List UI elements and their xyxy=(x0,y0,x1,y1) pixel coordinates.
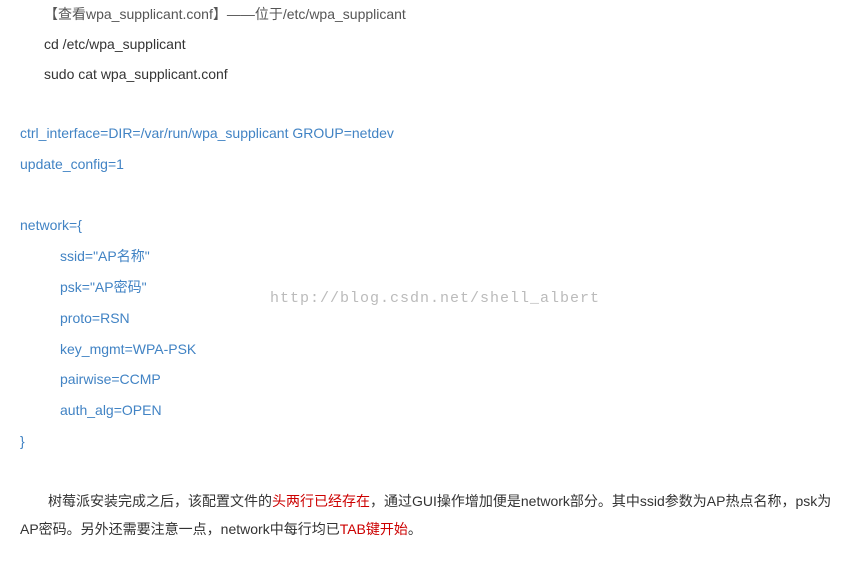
config-ssid: ssid="AP名称" xyxy=(20,241,842,272)
config-auth-alg: auth_alg=OPEN xyxy=(20,395,842,426)
desc-part3: 。 xyxy=(408,521,422,537)
config-key-mgmt: key_mgmt=WPA-PSK xyxy=(20,334,842,365)
command-cd: cd /etc/wpa_supplicant xyxy=(44,30,842,58)
desc-highlight1: 头两行已经存在 xyxy=(272,493,370,509)
desc-highlight2: TAB键开始 xyxy=(340,521,408,537)
description-paragraph: 树莓派安装完成之后，该配置文件的头两行已经存在，通过GUI操作增加便是netwo… xyxy=(20,487,842,543)
config-file-content: ctrl_interface=DIR=/var/run/wpa_supplica… xyxy=(20,118,842,457)
config-psk: psk="AP密码" xyxy=(20,272,842,303)
config-proto: proto=RSN xyxy=(20,303,842,334)
config-ctrl-interface: ctrl_interface=DIR=/var/run/wpa_supplica… xyxy=(20,118,842,149)
config-update-config: update_config=1 xyxy=(20,149,842,180)
config-network-open: network={ xyxy=(20,210,842,241)
section-title: 【查看wpa_supplicant.conf】——位于/etc/wpa_supp… xyxy=(44,0,842,28)
config-pairwise: pairwise=CCMP xyxy=(20,364,842,395)
command-cat: sudo cat wpa_supplicant.conf xyxy=(44,60,842,88)
config-network-close: } xyxy=(20,426,842,457)
desc-part1: 树莓派安装完成之后，该配置文件的 xyxy=(48,493,272,509)
